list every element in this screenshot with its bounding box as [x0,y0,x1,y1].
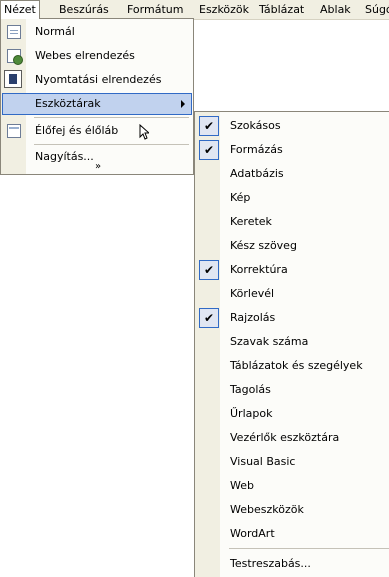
menu-beszuras-label: Beszúrás [59,3,109,16]
toolbar-item-label: Web [230,479,254,492]
menu-beszuras[interactable]: Beszúrás [56,0,112,19]
toolbar-item-keretek[interactable]: Keretek [196,210,389,234]
menu-tablazat[interactable]: Táblázat [256,0,307,19]
toolbar-customize-label: Testreszabás... [230,557,311,570]
menu-item-toolbars[interactable]: Eszköztárak [2,93,192,115]
toolbar-customize-item[interactable]: Testreszabás... [196,552,389,576]
menu-item-normal-label: Normál [35,25,75,38]
toolbar-item-rajzolas[interactable]: ✔ Rajzolás [196,306,389,330]
view-menu: Normál Webes elrendezés Nyomtatási elren… [0,18,194,175]
toolbar-item-label: Korrektúra [230,263,288,276]
menu-nezet-label: Nézet [4,3,36,16]
toolbar-item-tagolas[interactable]: Tagolás [196,378,389,402]
toolbar-item-formazas[interactable]: ✔ Formázás [196,138,389,162]
toolbar-item-label: Keretek [230,215,272,228]
normal-view-icon [7,25,21,39]
toolbar-item-label: Rajzolás [230,311,276,324]
menu-separator [34,144,189,145]
menu-sugo-label: Súgó [365,3,389,16]
menu-separator [34,117,189,118]
menu-nezet[interactable]: Nézet [0,0,40,19]
expand-menu-chevron-icon[interactable]: » [1,162,195,172]
menu-item-header-footer[interactable]: Élőfej és élőláb [2,120,192,142]
menu-item-web-layout-label: Webes elrendezés [35,49,135,62]
toolbar-item-label: Körlevél [230,287,275,300]
toolbar-item-korlevel[interactable]: Körlevél [196,282,389,306]
menu-ablak[interactable]: Ablak [317,0,354,19]
print-layout-icon [4,70,22,88]
toolbar-item-vezerlok[interactable]: Vezérlők eszköztára [196,426,389,450]
menu-tablazat-label: Táblázat [259,3,305,16]
toolbars-submenu: ✔ Szokásos ✔ Formázás Adatbázis Kép Kere… [194,111,389,577]
menu-item-print-layout-label: Nyomtatási elrendezés [35,73,162,86]
menu-bar: Nézet Beszúrás Formátum Eszközök Tábláza… [0,0,389,20]
toolbar-item-kep[interactable]: Kép [196,186,389,210]
toolbar-item-webeszkozok[interactable]: Webeszközök [196,498,389,522]
toolbar-item-korrektura[interactable]: ✔ Korrektúra [196,258,389,282]
toolbar-item-label: Visual Basic [230,455,296,468]
mouse-pointer-icon [139,124,149,140]
toolbar-item-kesz-szoveg[interactable]: Kész szöveg [196,234,389,258]
header-footer-icon [7,124,21,138]
toolbar-item-label: Szavak száma [230,335,309,348]
toolbar-item-web[interactable]: Web [196,474,389,498]
toolbar-item-label: Webeszközök [230,503,304,516]
toolbar-item-adatbazis[interactable]: Adatbázis [196,162,389,186]
menu-eszkozok[interactable]: Eszközök [196,0,252,19]
toolbar-item-urlapok[interactable]: Űrlapok [196,402,389,426]
checkmark-icon: ✔ [199,260,219,280]
toolbar-item-label: Táblázatok és szegélyek [230,359,363,372]
toolbar-item-label: Űrlapok [230,407,273,420]
toolbar-item-szavak-szama[interactable]: Szavak száma [196,330,389,354]
checkmark-icon: ✔ [199,308,219,328]
toolbar-item-label: Vezérlők eszköztára [230,431,340,444]
menu-ablak-label: Ablak [320,3,351,16]
menu-item-normal[interactable]: Normál [2,21,192,43]
toolbar-item-label: WordArt [230,527,275,540]
toolbar-item-label: Szokásos [230,119,281,132]
menu-formatum-label: Formátum [127,3,184,16]
menu-item-web-layout[interactable]: Webes elrendezés [2,45,192,67]
checkmark-icon: ✔ [199,116,219,136]
toolbar-item-tablazatok[interactable]: Táblázatok és szegélyek [196,354,389,378]
toolbar-item-szokasos[interactable]: ✔ Szokásos [196,114,389,138]
toolbar-item-label: Formázás [230,143,283,156]
checkmark-icon: ✔ [199,140,219,160]
toolbar-item-label: Kép [230,191,251,204]
toolbar-item-label: Adatbázis [230,167,284,180]
web-layout-icon [7,49,23,65]
toolbar-item-visual-basic[interactable]: Visual Basic [196,450,389,474]
menu-formatum[interactable]: Formátum [124,0,186,19]
menu-item-print-layout[interactable]: Nyomtatási elrendezés [2,69,192,91]
menu-sugo[interactable]: Súgó [362,0,389,19]
menu-item-toolbars-label: Eszköztárak [35,97,101,110]
submenu-arrow-icon [181,100,185,108]
menu-eszkozok-label: Eszközök [199,3,250,16]
submenu-separator [229,548,389,549]
toolbar-item-label: Tagolás [230,383,271,396]
toolbar-item-wordart[interactable]: WordArt [196,522,389,546]
toolbar-item-label: Kész szöveg [230,239,297,252]
menu-item-header-footer-label: Élőfej és élőláb [35,124,119,137]
